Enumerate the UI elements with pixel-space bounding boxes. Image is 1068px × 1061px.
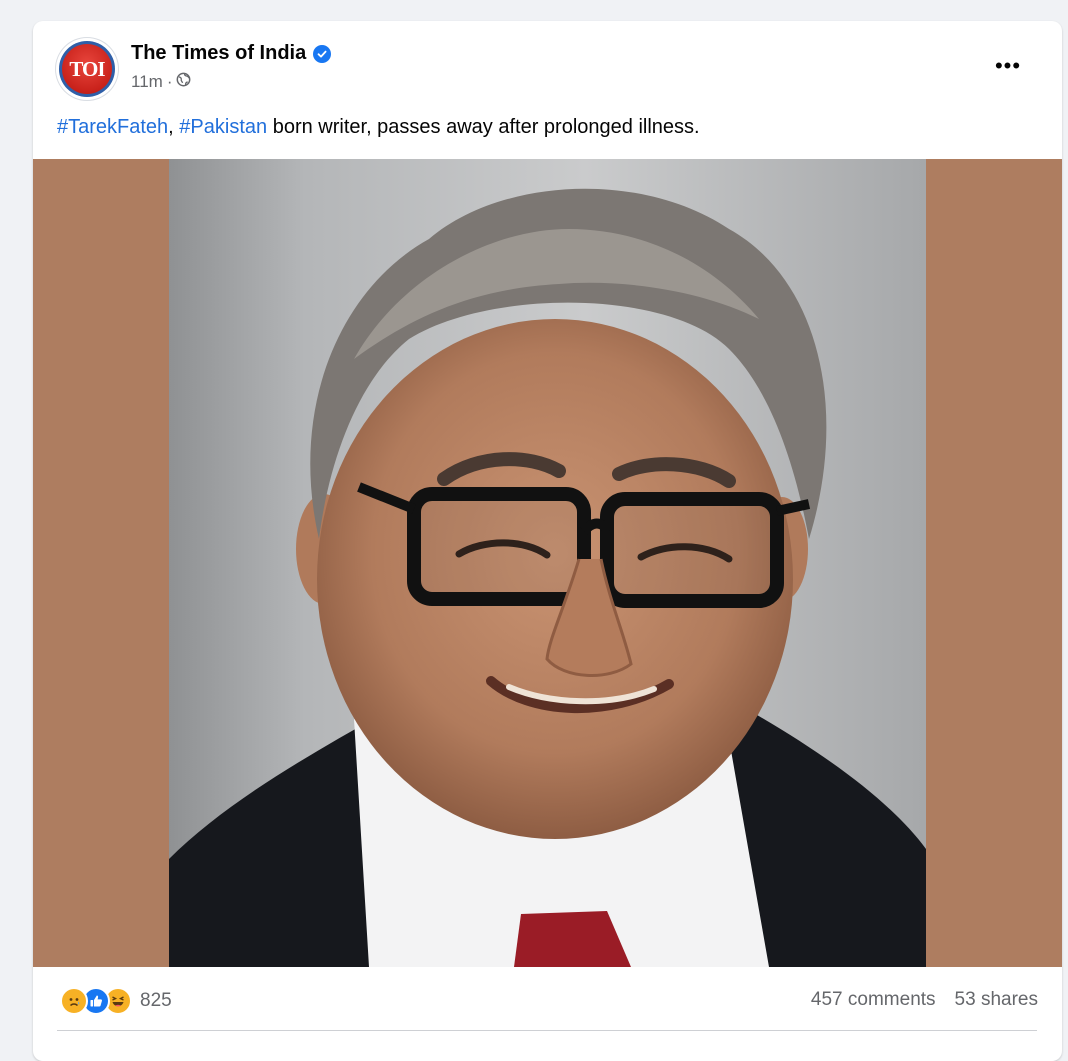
- post-body-text: born writer, passes away after prolonged…: [272, 116, 700, 138]
- avatar-ring: TOI: [59, 41, 115, 97]
- meta-separator: ·: [166, 72, 173, 91]
- comments-count-link[interactable]: 457 comments: [811, 989, 936, 1011]
- verified-badge-icon: [313, 44, 332, 63]
- hashtag-tarekfateh[interactable]: #TarekFateh: [57, 116, 168, 138]
- post-card: TOI The Times of India 11m · ••• #TarekF…: [33, 21, 1062, 1061]
- page-name-row: The Times of India: [131, 42, 332, 65]
- reactions-summary[interactable]: 825: [60, 987, 172, 1015]
- sad-reaction-icon: [60, 987, 88, 1015]
- page-name-link[interactable]: The Times of India: [131, 42, 306, 65]
- globe-icon[interactable]: [176, 72, 191, 92]
- post-meta: 11m ·: [131, 72, 191, 92]
- shares-count-link[interactable]: 53 shares: [955, 989, 1038, 1011]
- post-stats-bar: 825 457 comments 53 shares: [33, 979, 1062, 1019]
- reaction-count: 825: [140, 990, 172, 1011]
- more-options-button[interactable]: •••: [988, 51, 1028, 81]
- comma: ,: [168, 116, 174, 138]
- post-text: #TarekFateh, #Pakistan born writer, pass…: [57, 116, 700, 139]
- post-timestamp[interactable]: 11m: [131, 72, 163, 92]
- engagement-counts: 457 comments 53 shares: [811, 989, 1038, 1011]
- hashtag-pakistan[interactable]: #Pakistan: [179, 116, 267, 138]
- page-avatar[interactable]: TOI: [56, 38, 118, 100]
- toi-logo: TOI: [62, 44, 112, 94]
- post-photo: [169, 159, 926, 967]
- more-icon: •••: [994, 53, 1022, 78]
- post-image-container[interactable]: [33, 159, 1062, 967]
- stats-divider: [57, 1030, 1037, 1031]
